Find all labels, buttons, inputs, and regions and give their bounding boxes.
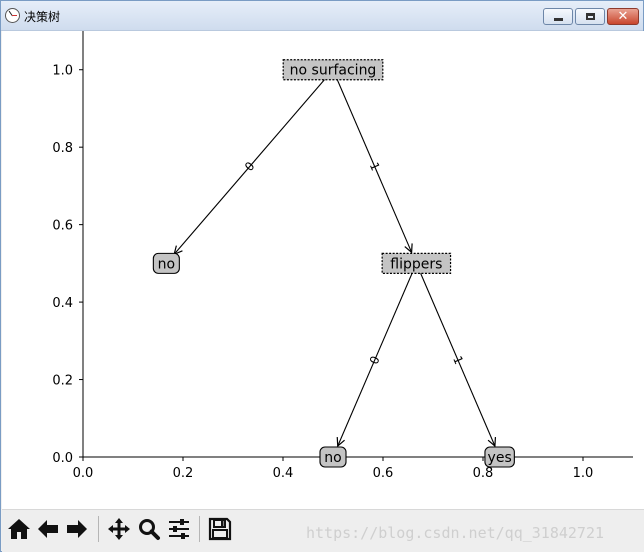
y-tick-label: 1.0 <box>52 64 73 79</box>
back-button[interactable] <box>34 515 62 543</box>
title-bar[interactable]: 决策树 ✕ <box>1 1 643 31</box>
minimize-icon <box>553 18 563 21</box>
close-button[interactable]: ✕ <box>607 8 639 25</box>
window-title: 决策树 <box>24 10 61 24</box>
maximize-icon <box>585 13 595 20</box>
edge-label: 0 <box>242 159 258 174</box>
figure-canvas[interactable]: 0.0 0.2 0.4 0.6 0.8 1.0 0.0 0.2 0.4 0.6 0.8 1.0 0 1 0 1… <box>2 31 644 509</box>
floppy-disk-icon <box>208 517 232 541</box>
tree-edge-arrow <box>338 263 417 446</box>
navigation-toolbar: https://blog.csdn.net/qq_31842721 <box>2 509 644 552</box>
decision-node-label: no surfacing <box>290 63 377 79</box>
y-tick-label: 0.4 <box>52 296 73 311</box>
tree-edge-arrow <box>415 263 495 446</box>
leaf-node-label: no <box>158 256 175 272</box>
move-icon <box>108 518 130 540</box>
toolbar-separator <box>98 516 99 542</box>
x-tick-label: 0.6 <box>373 466 394 481</box>
edge-label: 0 <box>367 354 383 367</box>
home-button[interactable] <box>5 515 33 543</box>
decision-node-label: flippers <box>390 256 442 272</box>
x-tick-label: 0.0 <box>73 466 94 481</box>
toolbar-separator <box>199 516 200 542</box>
watermark-text: https://blog.csdn.net/qq_31842721 <box>306 524 605 542</box>
close-icon: ✕ <box>617 9 629 24</box>
save-button[interactable] <box>206 515 234 543</box>
maximize-button[interactable] <box>575 8 605 25</box>
x-tick-label: 0.2 <box>173 466 194 481</box>
pan-button[interactable] <box>105 515 133 543</box>
sliders-icon <box>169 519 189 539</box>
home-icon <box>8 519 30 539</box>
configure-subplots-button[interactable] <box>165 515 193 543</box>
edge-label: 1 <box>450 354 466 367</box>
decision-tree-plot: 0.0 0.2 0.4 0.6 0.8 1.0 0.0 0.2 0.4 0.6 0.8 1.0 0 1 0 1… <box>52 31 633 481</box>
zoom-button[interactable] <box>135 515 163 543</box>
tree-edge-arrow <box>332 69 412 253</box>
tree-edge-arrow <box>174 69 334 255</box>
app-window: 决策树 ✕ 0.0 0.2 0.4 0.6 0.8 1.0 0.0 0.2 0.4 0.6 0.8 1… <box>0 0 644 552</box>
leaf-node-label: no <box>324 450 341 466</box>
forward-button[interactable] <box>63 515 91 543</box>
magnifier-icon <box>139 519 160 540</box>
edge-label: 1 <box>367 160 383 173</box>
y-tick-label: 0.2 <box>52 374 73 389</box>
y-tick-label: 0.0 <box>52 451 73 466</box>
minimize-button[interactable] <box>543 8 573 25</box>
arrow-right-icon <box>67 520 87 538</box>
app-icon[interactable] <box>5 8 20 23</box>
x-tick-label: 1.0 <box>573 466 594 481</box>
leaf-node-label: yes <box>488 450 512 466</box>
y-tick-label: 0.8 <box>52 141 73 156</box>
y-tick-label: 0.6 <box>52 219 73 234</box>
x-tick-label: 0.8 <box>473 466 494 481</box>
x-tick-label: 0.4 <box>273 466 294 481</box>
arrow-left-icon <box>38 520 58 538</box>
